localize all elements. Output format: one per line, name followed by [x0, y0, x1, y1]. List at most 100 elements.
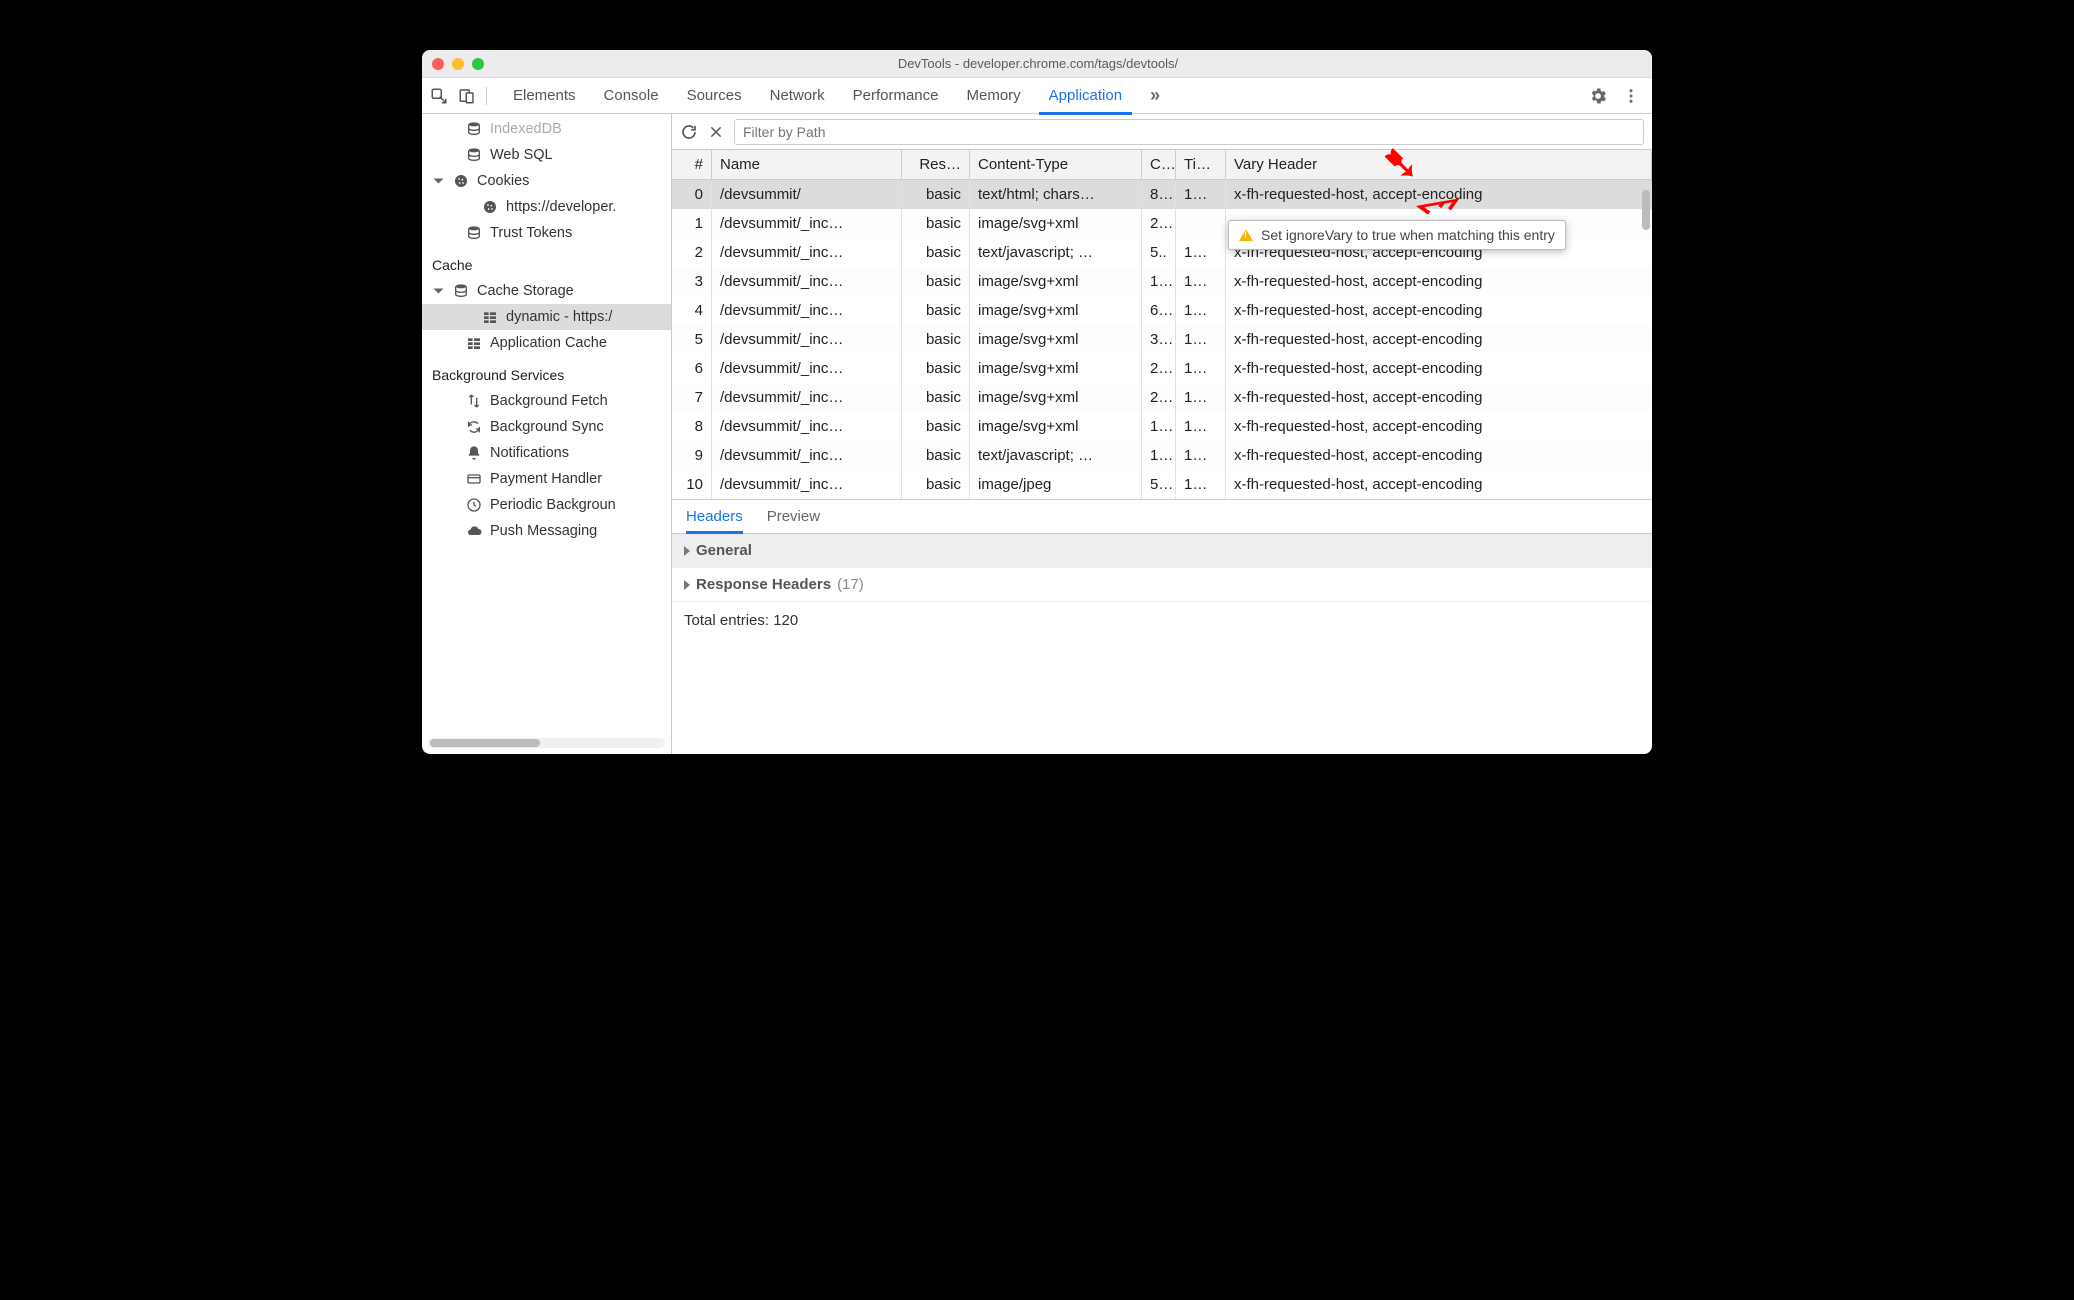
cell-content-type: image/svg+xml: [970, 209, 1142, 238]
cell-time: 1…: [1176, 180, 1226, 209]
filter-input[interactable]: [734, 119, 1644, 145]
cell-index: 9: [672, 441, 712, 470]
table-row[interactable]: 10/devsummit/_inc…basicimage/jpeg5…1…x-f…: [672, 470, 1652, 499]
window-title: DevTools - developer.chrome.com/tags/dev…: [484, 56, 1652, 71]
tab-console[interactable]: Console: [590, 78, 673, 114]
sidebar-category: Background Services: [422, 362, 671, 388]
tab-performance[interactable]: Performance: [839, 78, 953, 114]
sidebar-item-trust-tokens[interactable]: Trust Tokens: [422, 220, 671, 246]
cell-response: basic: [902, 209, 970, 238]
section-general[interactable]: General: [672, 534, 1652, 568]
col-content-type[interactable]: Content-Type: [970, 150, 1142, 179]
clear-icon[interactable]: [708, 124, 724, 140]
device-toggle-icon[interactable]: [458, 87, 476, 105]
inspect-icon[interactable]: [430, 87, 448, 105]
sidebar-item-label: Cache Storage: [477, 283, 574, 299]
detail-tab-preview[interactable]: Preview: [767, 500, 820, 533]
table-row[interactable]: 8/devsummit/_inc…basicimage/svg+xml1…1…x…: [672, 412, 1652, 441]
cell-time: 1…: [1176, 470, 1226, 499]
cell-content-length: 6…: [1142, 296, 1176, 325]
cell-vary-header: x-fh-requested-host, accept-encoding: [1226, 296, 1652, 325]
col-vary-header[interactable]: Vary Header: [1226, 150, 1652, 179]
col-name[interactable]: Name: [712, 150, 902, 179]
cell-content-type: image/svg+xml: [970, 267, 1142, 296]
sidebar-item-notifications[interactable]: Notifications: [422, 440, 671, 466]
cell-index: 6: [672, 354, 712, 383]
cell-response: basic: [902, 412, 970, 441]
sync-icon: [466, 419, 482, 435]
sidebar-item-label: dynamic - https:/: [506, 309, 612, 325]
sidebar-item-application-cache[interactable]: Application Cache: [422, 330, 671, 356]
table-row[interactable]: 0/devsummit/basictext/html; chars…8…1…x-…: [672, 180, 1652, 209]
cell-vary-header: x-fh-requested-host, accept-encoding: [1226, 354, 1652, 383]
col-response[interactable]: Res…: [902, 150, 970, 179]
tab-memory[interactable]: Memory: [953, 78, 1035, 114]
tab-sources[interactable]: Sources: [673, 78, 756, 114]
table-row[interactable]: 9/devsummit/_inc…basictext/javascript; ……: [672, 441, 1652, 470]
panel-tabbar: ElementsConsoleSourcesNetworkPerformance…: [422, 78, 1652, 114]
cell-response: basic: [902, 441, 970, 470]
table-row[interactable]: 5/devsummit/_inc…basicimage/svg+xml3…1…x…: [672, 325, 1652, 354]
sidebar-item-push-messaging[interactable]: Push Messaging: [422, 518, 671, 544]
detail-tab-headers[interactable]: Headers: [686, 500, 743, 533]
sidebar-item-web-sql[interactable]: Web SQL: [422, 142, 671, 168]
traffic-lights: [432, 58, 484, 70]
sidebar-item-background-fetch[interactable]: Background Fetch: [422, 388, 671, 414]
table-vscroll[interactable]: [1642, 190, 1650, 489]
db-icon: [453, 283, 469, 299]
col-index[interactable]: #: [672, 150, 712, 179]
minimize-window-button[interactable]: [452, 58, 464, 70]
cell-vary-header: x-fh-requested-host, accept-encoding: [1226, 325, 1652, 354]
cloud-icon: [466, 523, 482, 539]
cell-name: /devsummit/_inc…: [712, 412, 902, 441]
cell-response: basic: [902, 470, 970, 499]
cache-storage-panel: # Name Res… Content-Type C.. Ti… Vary He…: [672, 114, 1652, 754]
bell-icon: [466, 445, 482, 461]
updown-icon: [466, 393, 482, 409]
cell-vary-header: x-fh-requested-host, accept-encoding: [1226, 383, 1652, 412]
cell-name: /devsummit/_inc…: [712, 383, 902, 412]
cell-index: 2: [672, 238, 712, 267]
disclosure-triangle-icon: [684, 580, 690, 590]
db-icon: [466, 121, 482, 137]
table-row[interactable]: 7/devsummit/_inc…basicimage/svg+xml2…1…x…: [672, 383, 1652, 412]
sidebar-item-payment-handler[interactable]: Payment Handler: [422, 466, 671, 492]
col-content-length[interactable]: C..: [1142, 150, 1176, 179]
application-sidebar: IndexedDBWeb SQLCookieshttps://developer…: [422, 114, 672, 754]
cell-name: /devsummit/_inc…: [712, 267, 902, 296]
sidebar-item-cache-storage[interactable]: Cache Storage: [422, 278, 671, 304]
cell-response: basic: [902, 267, 970, 296]
sidebar-item-indexeddb[interactable]: IndexedDB: [422, 116, 671, 142]
sidebar-item-dynamic-https[interactable]: dynamic - https:/: [422, 304, 671, 330]
tab-application[interactable]: Application: [1035, 78, 1136, 114]
close-window-button[interactable]: [432, 58, 444, 70]
col-time[interactable]: Ti…: [1176, 150, 1226, 179]
section-response-headers[interactable]: Response Headers (17): [672, 568, 1652, 602]
cell-index: 1: [672, 209, 712, 238]
kebab-menu-icon[interactable]: [1622, 87, 1640, 105]
cell-name: /devsummit/_inc…: [712, 209, 902, 238]
cell-response: basic: [902, 383, 970, 412]
cell-index: 8: [672, 412, 712, 441]
db-icon: [466, 225, 482, 241]
sidebar-hscroll[interactable]: [428, 738, 665, 748]
sidebar-item-https-developer[interactable]: https://developer.: [422, 194, 671, 220]
cell-index: 4: [672, 296, 712, 325]
sidebar-item-cookies[interactable]: Cookies: [422, 168, 671, 194]
maximize-window-button[interactable]: [472, 58, 484, 70]
sidebar-item-periodic-backgroun[interactable]: Periodic Backgroun: [422, 492, 671, 518]
table-row[interactable]: 4/devsummit/_inc…basicimage/svg+xml6…1…x…: [672, 296, 1652, 325]
cell-time: 1…: [1176, 296, 1226, 325]
tab-network[interactable]: Network: [756, 78, 839, 114]
sidebar-item-label: Application Cache: [490, 335, 607, 351]
tab-overflow[interactable]: »: [1136, 78, 1174, 114]
cell-index: 0: [672, 180, 712, 209]
table-row[interactable]: 3/devsummit/_inc…basicimage/svg+xml1…1…x…: [672, 267, 1652, 296]
refresh-icon[interactable]: [680, 123, 698, 141]
tab-elements[interactable]: Elements: [499, 78, 590, 114]
table-header: # Name Res… Content-Type C.. Ti… Vary He…: [672, 150, 1652, 180]
table-row[interactable]: 6/devsummit/_inc…basicimage/svg+xml2…1…x…: [672, 354, 1652, 383]
settings-icon[interactable]: [1588, 86, 1608, 106]
sidebar-item-background-sync[interactable]: Background Sync: [422, 414, 671, 440]
cell-time: 1…: [1176, 354, 1226, 383]
